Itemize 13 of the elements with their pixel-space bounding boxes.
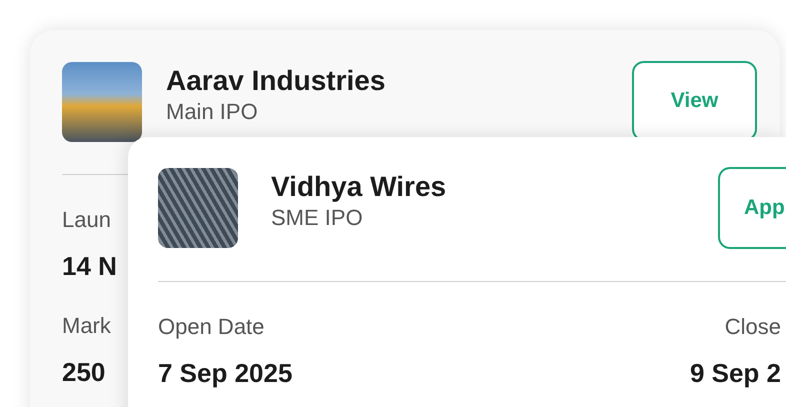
field-label: Close (724, 314, 781, 340)
field-label: Mark (62, 312, 111, 339)
field-value: 14 N (62, 251, 117, 283)
apply-button[interactable]: App (718, 167, 786, 249)
field-value: 9 Sep 2 (690, 358, 781, 390)
field-value: 250 (62, 356, 106, 388)
company-name: Aarav Industries (166, 64, 386, 98)
ipo-type: Main IPO (166, 98, 259, 126)
ipo-type: SME IPO (271, 204, 364, 232)
company-name: Vidhya Wires (271, 170, 448, 204)
field-value: 7 Sep 2025 (158, 358, 292, 390)
field-label: Open Date (158, 314, 264, 340)
field-label: Laun (62, 207, 111, 234)
